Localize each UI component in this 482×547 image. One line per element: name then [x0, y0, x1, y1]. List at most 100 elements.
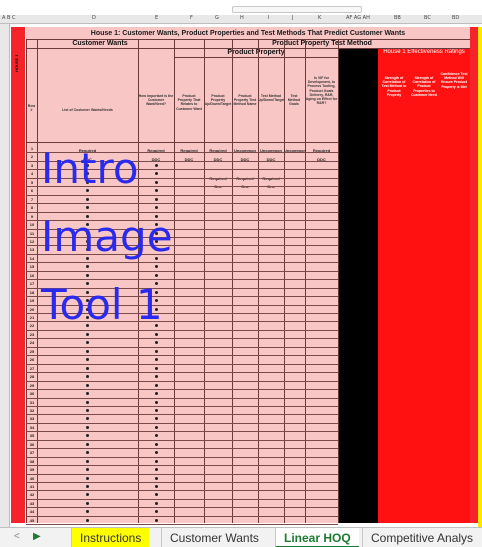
row-number: 16	[29, 272, 35, 278]
bullet-dot	[155, 349, 158, 353]
grid-vline	[338, 39, 339, 523]
bullet-dot	[86, 442, 89, 446]
horizontal-scrollbar[interactable]	[232, 6, 362, 13]
header-property-relates: Product Property That Relates to Custome…	[176, 94, 202, 111]
row-number: 13	[29, 247, 35, 253]
bullet-dot	[86, 197, 89, 201]
table-row[interactable]	[26, 507, 338, 509]
right-yellow-edge	[478, 27, 482, 527]
table-row[interactable]	[26, 262, 338, 264]
row-number: 17	[29, 281, 35, 287]
table-row[interactable]	[26, 372, 338, 374]
row-number: 14	[29, 255, 35, 261]
rating-columns	[378, 142, 470, 523]
bullet-dot	[86, 485, 89, 488]
table-row[interactable]	[26, 515, 338, 517]
section-customer-wants: Customer Wants	[72, 40, 128, 47]
bullet-dot	[155, 442, 158, 446]
table-row[interactable]	[26, 203, 338, 205]
prev-sheet-arrow-icon[interactable]: <	[14, 531, 20, 542]
table-row[interactable]	[26, 270, 338, 272]
row-number: 26	[29, 357, 35, 363]
table-row[interactable]	[26, 405, 338, 407]
overlay-line-1: Intro	[41, 144, 139, 193]
bullet-dot	[86, 400, 89, 404]
table-row[interactable]	[26, 482, 338, 483]
table-row[interactable]	[26, 389, 338, 390]
table-row[interactable]	[26, 346, 338, 348]
row-number: 43	[29, 500, 35, 506]
table-row[interactable]	[26, 363, 338, 365]
row-number: 8	[30, 205, 34, 211]
row-number: 41	[29, 484, 35, 489]
row-number: 29	[29, 382, 35, 388]
table-row[interactable]	[26, 498, 338, 500]
header-importance: How important is the Customer Want/Need?	[138, 94, 174, 107]
bullet-dot	[155, 366, 158, 370]
table-row[interactable]	[26, 355, 338, 357]
worksheet[interactable]: HOUSE 1 House 1: Customer Wants, Product…	[0, 24, 482, 527]
table-row[interactable]	[26, 338, 338, 340]
header-row-no: Row #	[27, 104, 36, 113]
column-header-strip: A B C D E F G H I J K AF AG AH BB BC BD	[0, 15, 482, 24]
header-confidence: Confidence Test Method Will Ensure Produ…	[440, 72, 468, 89]
bullet-dot	[86, 392, 89, 395]
tab-customer-wants[interactable]: Customer Wants	[161, 528, 267, 547]
row-number: 4	[30, 171, 34, 177]
row-number: 39	[29, 467, 35, 473]
row-number: 15	[29, 264, 35, 270]
bullet-dot	[86, 332, 89, 336]
bullet-dot	[155, 392, 158, 395]
row-number: 35	[29, 433, 35, 439]
tab-linear-hoq[interactable]: Linear HOQ	[275, 528, 359, 547]
bullet-dot	[86, 425, 89, 429]
bullet-dot	[155, 197, 158, 201]
grid-vline	[284, 39, 285, 523]
right-red-border	[470, 27, 478, 523]
bullet-dot	[86, 459, 89, 463]
bullet-dot	[155, 180, 158, 184]
table-row[interactable]	[26, 194, 338, 196]
grid-vline	[174, 39, 175, 523]
table-row[interactable]	[26, 456, 338, 458]
row-number: 32	[29, 407, 35, 413]
row-number: 40	[29, 475, 35, 481]
grid-hline	[26, 142, 338, 143]
row-number: 10	[29, 222, 35, 228]
tab-instructions[interactable]: Instructions	[71, 528, 150, 547]
table-row[interactable]	[26, 448, 338, 450]
table-row[interactable]	[26, 431, 338, 433]
row-number: 9	[30, 213, 34, 219]
row-number: 36	[29, 441, 35, 447]
table-row[interactable]	[26, 473, 338, 475]
tab-competitive-analysis[interactable]: Competitive Analys	[362, 528, 481, 547]
table-row[interactable]	[26, 439, 338, 441]
table-row[interactable]	[26, 465, 338, 467]
grid-vline	[305, 39, 306, 523]
table-row[interactable]	[26, 414, 338, 416]
rating-header-cells	[378, 57, 470, 142]
table-row[interactable]	[26, 490, 338, 492]
header-test-method: Product Property Test Method Name	[233, 94, 257, 107]
row-number: 28	[29, 374, 35, 380]
next-sheet-arrow-icon[interactable]: ▶	[33, 531, 41, 542]
sheet-tab-bar: < ▶ Instructions Customer Wants Linear H…	[0, 527, 482, 547]
table-row[interactable]	[26, 524, 338, 526]
row-number: 27	[29, 365, 35, 371]
row-number: 23	[29, 331, 35, 337]
table-row[interactable]	[26, 329, 338, 331]
row-number: 21	[29, 315, 35, 320]
table-row[interactable]	[26, 380, 338, 382]
bullet-dot	[86, 518, 89, 522]
table-row[interactable]	[26, 422, 338, 424]
row-number: 34	[29, 424, 35, 430]
header-vif: Is VIF for Development, to Process Tooli…	[305, 76, 338, 106]
row-number: 1	[30, 146, 34, 151]
table-row[interactable]	[26, 397, 338, 399]
row-number: 45	[29, 517, 35, 523]
row-number: 11	[29, 230, 35, 236]
bullet-dot	[155, 476, 158, 480]
bullet-dot	[155, 518, 158, 522]
row-number: 25	[29, 348, 35, 354]
row-number: 22	[29, 323, 35, 329]
